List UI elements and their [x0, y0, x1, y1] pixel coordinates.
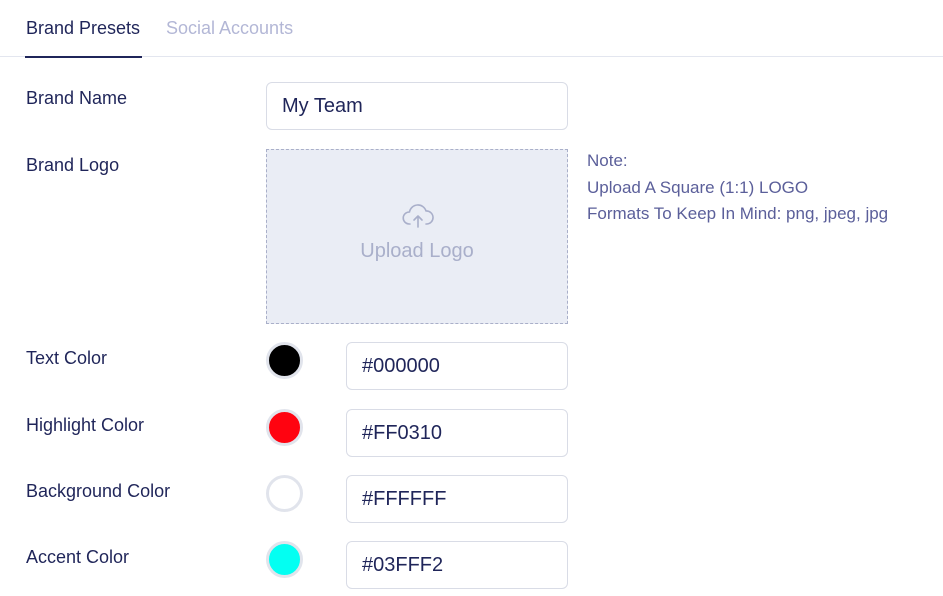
tab-social-accounts[interactable]: Social Accounts [166, 17, 293, 39]
brand-settings-page: Brand Presets Social Accounts Brand Name… [0, 0, 943, 596]
accent-color-input[interactable] [346, 541, 568, 589]
text-color-label: Text Color [26, 348, 108, 368]
highlight-color-swatch[interactable] [266, 409, 303, 446]
tab-brand-presets[interactable]: Brand Presets [26, 17, 140, 39]
note-line-aspect: Upload A Square (1:1) LOGO [587, 178, 809, 197]
highlight-color-label: Highlight Color [26, 415, 145, 435]
background-color-label: Background Color [26, 481, 171, 501]
active-tab-indicator [25, 56, 142, 58]
text-color-input[interactable] [346, 342, 568, 390]
upload-logo-label: Upload Logo [360, 240, 474, 262]
note-title: Note: [587, 151, 628, 170]
brand-name-input[interactable] [266, 82, 568, 130]
upload-logo-dropzone[interactable]: Upload Logo [266, 149, 568, 324]
cloud-upload-icon [402, 204, 434, 228]
accent-color-label: Accent Color [26, 547, 130, 567]
tab-bar: Brand Presets Social Accounts [0, 0, 943, 58]
background-color-input[interactable] [346, 475, 568, 523]
note-line-formats: Formats To Keep In Mind: png, jpeg, jpg [587, 204, 889, 223]
highlight-color-input[interactable] [346, 409, 568, 457]
brand-logo-label: Brand Logo [26, 155, 120, 175]
background-color-swatch[interactable] [266, 475, 303, 512]
accent-color-swatch[interactable] [266, 541, 303, 578]
text-color-swatch[interactable] [266, 342, 303, 379]
brand-name-label: Brand Name [26, 88, 128, 108]
